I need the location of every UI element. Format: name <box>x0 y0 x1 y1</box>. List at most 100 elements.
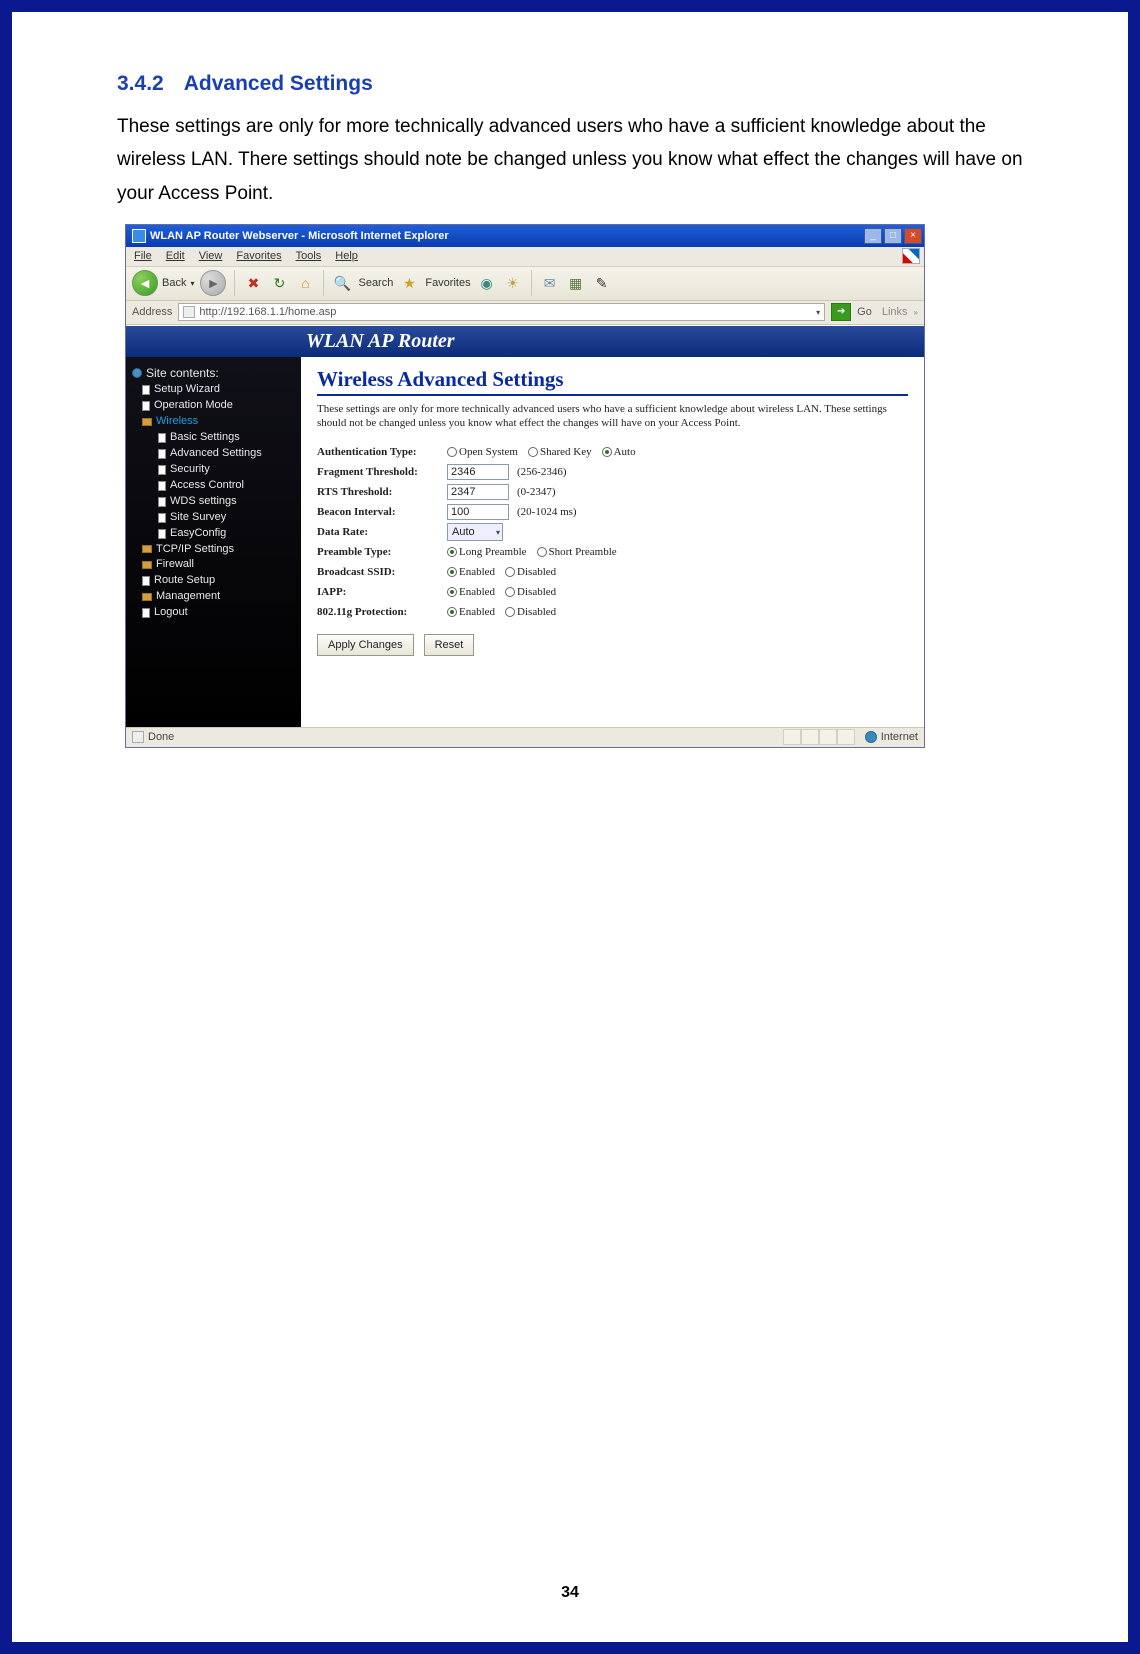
radio-iapp-enabled[interactable] <box>447 587 457 597</box>
page-icon <box>158 433 166 443</box>
reset-button[interactable]: Reset <box>424 634 475 656</box>
nav-root-label: Site contents: <box>146 365 219 382</box>
radio-prot-disabled[interactable] <box>505 607 515 617</box>
stop-icon[interactable]: ✖ <box>243 273 263 293</box>
menu-tools[interactable]: Tools <box>296 250 322 262</box>
nav-setup-wizard[interactable]: Setup Wizard <box>154 382 220 398</box>
radio-label-shared: Shared Key <box>540 446 592 458</box>
ie-throbber-icon <box>902 248 920 264</box>
page-icon <box>142 608 150 618</box>
page-icon <box>158 481 166 491</box>
favorites-label[interactable]: Favorites <box>425 277 470 289</box>
nav-operation-mode[interactable]: Operation Mode <box>154 398 233 414</box>
radio-short-preamble[interactable] <box>537 547 547 557</box>
router-nav-panel: Site contents: Setup Wizard Operation Mo… <box>126 357 301 727</box>
nav-easyconfig[interactable]: EasyConfig <box>170 526 226 542</box>
menu-favorites[interactable]: Favorites <box>236 250 281 262</box>
radio-bssid-enabled[interactable] <box>447 567 457 577</box>
edit-icon[interactable]: ✎ <box>592 273 612 293</box>
links-label[interactable]: Links <box>882 306 908 318</box>
folder-icon <box>142 561 152 569</box>
range-frag: (256-2346) <box>517 466 567 478</box>
radio-prot-enabled[interactable] <box>447 607 457 617</box>
window-minimize-button[interactable]: _ <box>864 228 882 244</box>
radio-bssid-disabled[interactable] <box>505 567 515 577</box>
nav-advanced-settings[interactable]: Advanced Settings <box>170 446 262 462</box>
search-label[interactable]: Search <box>358 277 393 289</box>
ie-addressbar: Address http://192.168.1.1/home.asp ▾ ➔ … <box>126 301 924 325</box>
radio-iapp-disabled[interactable] <box>505 587 515 597</box>
back-button[interactable]: ◄ <box>132 270 158 296</box>
print-icon[interactable]: ▦ <box>566 273 586 293</box>
select-data-rate-value: Auto <box>452 526 475 538</box>
input-rts-threshold[interactable]: 2347 <box>447 484 509 500</box>
radio-auto[interactable] <box>602 447 612 457</box>
label-rts-threshold: RTS Threshold: <box>317 486 447 498</box>
nav-management[interactable]: Management <box>156 589 220 605</box>
radio-label-prot-enabled: Enabled <box>459 606 495 618</box>
menu-help[interactable]: Help <box>335 250 358 262</box>
router-main-panel: Wireless Advanced Settings These setting… <box>301 357 924 727</box>
label-80211g-protection: 802.11g Protection: <box>317 606 447 618</box>
favorites-icon[interactable]: ★ <box>399 273 419 293</box>
menu-file[interactable]: File <box>134 250 152 262</box>
menu-edit[interactable]: Edit <box>166 250 185 262</box>
select-data-rate[interactable]: Auto ▾ <box>447 523 503 541</box>
menu-view[interactable]: View <box>199 250 223 262</box>
radio-open-system[interactable] <box>447 447 457 457</box>
home-icon[interactable]: ⌂ <box>295 273 315 293</box>
back-label: Back <box>162 277 186 289</box>
mail-icon[interactable]: ✉ <box>540 273 560 293</box>
links-chevron-icon[interactable]: » <box>914 308 918 317</box>
input-frag-threshold[interactable]: 2346 <box>447 464 509 480</box>
folder-icon <box>142 545 152 553</box>
label-beacon-interval: Beacon Interval: <box>317 506 447 518</box>
page-icon <box>158 497 166 507</box>
refresh-icon[interactable]: ↻ <box>269 273 289 293</box>
internet-zone-icon <box>865 731 877 743</box>
radio-label-prot-disabled: Disabled <box>517 606 556 618</box>
screenshot-ie-window: WLAN AP Router Webserver - Microsoft Int… <box>125 224 925 748</box>
nav-access-control[interactable]: Access Control <box>170 478 244 494</box>
back-dropdown-icon[interactable]: ▾ <box>190 279 194 288</box>
window-maximize-button[interactable]: □ <box>884 228 902 244</box>
ie-app-icon <box>132 229 146 243</box>
radio-label-long: Long Preamble <box>459 546 527 558</box>
page-icon <box>183 306 195 318</box>
go-button[interactable]: ➔ <box>831 303 851 321</box>
section-title: Advanced Settings <box>184 72 373 95</box>
page-icon <box>158 449 166 459</box>
page-icon <box>142 576 150 586</box>
address-dropdown-icon[interactable]: ▾ <box>816 308 820 317</box>
history-icon[interactable]: ☀ <box>503 273 523 293</box>
router-banner-title: WLAN AP Router <box>306 330 455 353</box>
input-beacon-interval[interactable]: 100 <box>447 504 509 520</box>
ie-menubar: File Edit View Favorites Tools Help <box>126 247 924 267</box>
folder-icon <box>142 418 152 426</box>
section-heading: 3.4.2Advanced Settings <box>117 72 1023 96</box>
window-close-button[interactable]: × <box>904 228 922 244</box>
nav-wireless[interactable]: Wireless <box>156 414 198 430</box>
nav-firewall[interactable]: Firewall <box>156 557 194 573</box>
nav-tcpip[interactable]: TCP/IP Settings <box>156 542 234 558</box>
nav-route-setup[interactable]: Route Setup <box>154 573 215 589</box>
ie-toolbar: ◄ Back ▾ ► ✖ ↻ ⌂ 🔍 Search ★ Favorites ◉ … <box>126 267 924 301</box>
nav-site-survey[interactable]: Site Survey <box>170 510 226 526</box>
media-icon[interactable]: ◉ <box>477 273 497 293</box>
radio-long-preamble[interactable] <box>447 547 457 557</box>
nav-security[interactable]: Security <box>170 462 210 478</box>
chevron-down-icon: ▾ <box>496 528 500 537</box>
radio-label-open: Open System <box>459 446 518 458</box>
search-icon[interactable]: 🔍 <box>332 273 352 293</box>
nav-basic-settings[interactable]: Basic Settings <box>170 430 240 446</box>
page-icon <box>132 731 144 743</box>
router-banner: WLAN AP Router <box>126 325 924 357</box>
address-input[interactable]: http://192.168.1.1/home.asp ▾ <box>178 303 825 321</box>
forward-button[interactable]: ► <box>200 270 226 296</box>
page-icon <box>158 513 166 523</box>
nav-wds-settings[interactable]: WDS settings <box>170 494 237 510</box>
radio-shared-key[interactable] <box>528 447 538 457</box>
apply-changes-button[interactable]: Apply Changes <box>317 634 414 656</box>
status-text: Done <box>148 731 174 743</box>
nav-logout[interactable]: Logout <box>154 605 188 621</box>
